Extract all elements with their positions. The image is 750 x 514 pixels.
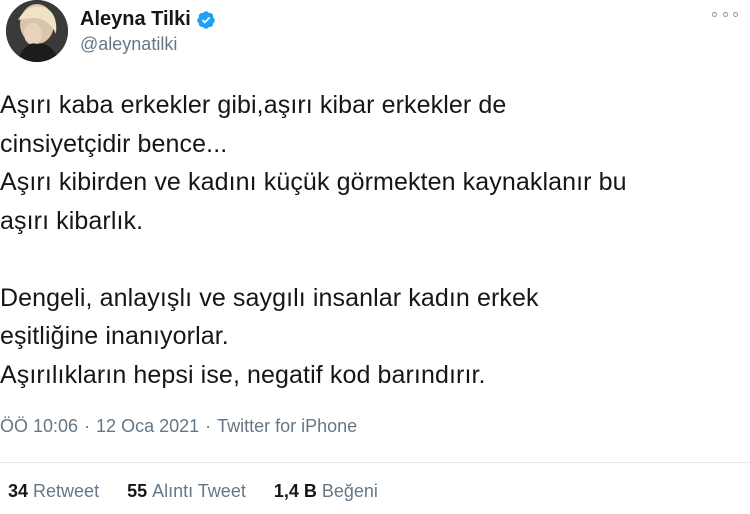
tweet-stats: 34 Retweet 55 Alıntı Tweet 1,4 B Beğeni bbox=[8, 481, 406, 502]
tweet-line: eşitliğine inanıyorlar. bbox=[0, 322, 229, 350]
tweet-meta: ÖÖ 10:06 · 12 Oca 2021 · Twitter for iPhone bbox=[0, 416, 357, 437]
quotes-count: 55 bbox=[127, 481, 148, 501]
tweet-line: cinsiyetçidir bence... bbox=[0, 129, 228, 158]
quotes-label: Alıntı Tweet bbox=[152, 481, 246, 501]
meta-separator: · bbox=[205, 416, 212, 436]
retweets-count: 34 bbox=[8, 481, 29, 501]
avatar-photo bbox=[6, 0, 68, 62]
author-display-name[interactable]: Aleyna Tilki bbox=[80, 8, 216, 31]
tweet-source[interactable]: Twitter for iPhone bbox=[217, 416, 357, 436]
quotes-stat[interactable]: 55 Alıntı Tweet bbox=[127, 481, 246, 502]
avatar[interactable] bbox=[6, 0, 68, 62]
divider bbox=[0, 462, 750, 463]
likes-count: 1,4 B bbox=[273, 481, 317, 501]
tweet-line: Dengeli, anlayışlı ve saygılı insanlar k… bbox=[0, 283, 539, 312]
more-options-icon[interactable] bbox=[712, 6, 738, 22]
tweet-line: aşırı kibarlık. bbox=[0, 206, 144, 235]
likes-stat[interactable]: 1,4 B Beğeni bbox=[274, 481, 378, 502]
tweet-line: Aşırı kaba erkekler gibi,aşırı kibar erk… bbox=[0, 91, 507, 119]
tweet-text: Aşırı kaba erkekler gibi,aşırı kibar erk… bbox=[0, 86, 745, 394]
verified-badge-icon bbox=[197, 10, 215, 29]
tweet-date[interactable]: 12 Oca 2021 bbox=[96, 416, 199, 436]
meta-separator: · bbox=[84, 416, 91, 436]
author-handle[interactable]: @aleynatilki bbox=[80, 34, 177, 55]
tweet-time[interactable]: ÖÖ 10:06 bbox=[0, 416, 78, 436]
display-name-text: Aleyna Tilki bbox=[80, 8, 191, 30]
likes-label: Beğeni bbox=[321, 481, 378, 501]
tweet-line: Aşırılıkların hepsi ise, negatif kod bar… bbox=[0, 360, 486, 389]
tweet-line: Aşırı kibirden ve kadını küçük görmekten… bbox=[0, 168, 627, 196]
retweets-stat[interactable]: 34 Retweet bbox=[8, 481, 99, 502]
retweets-label: Retweet bbox=[33, 481, 100, 501]
